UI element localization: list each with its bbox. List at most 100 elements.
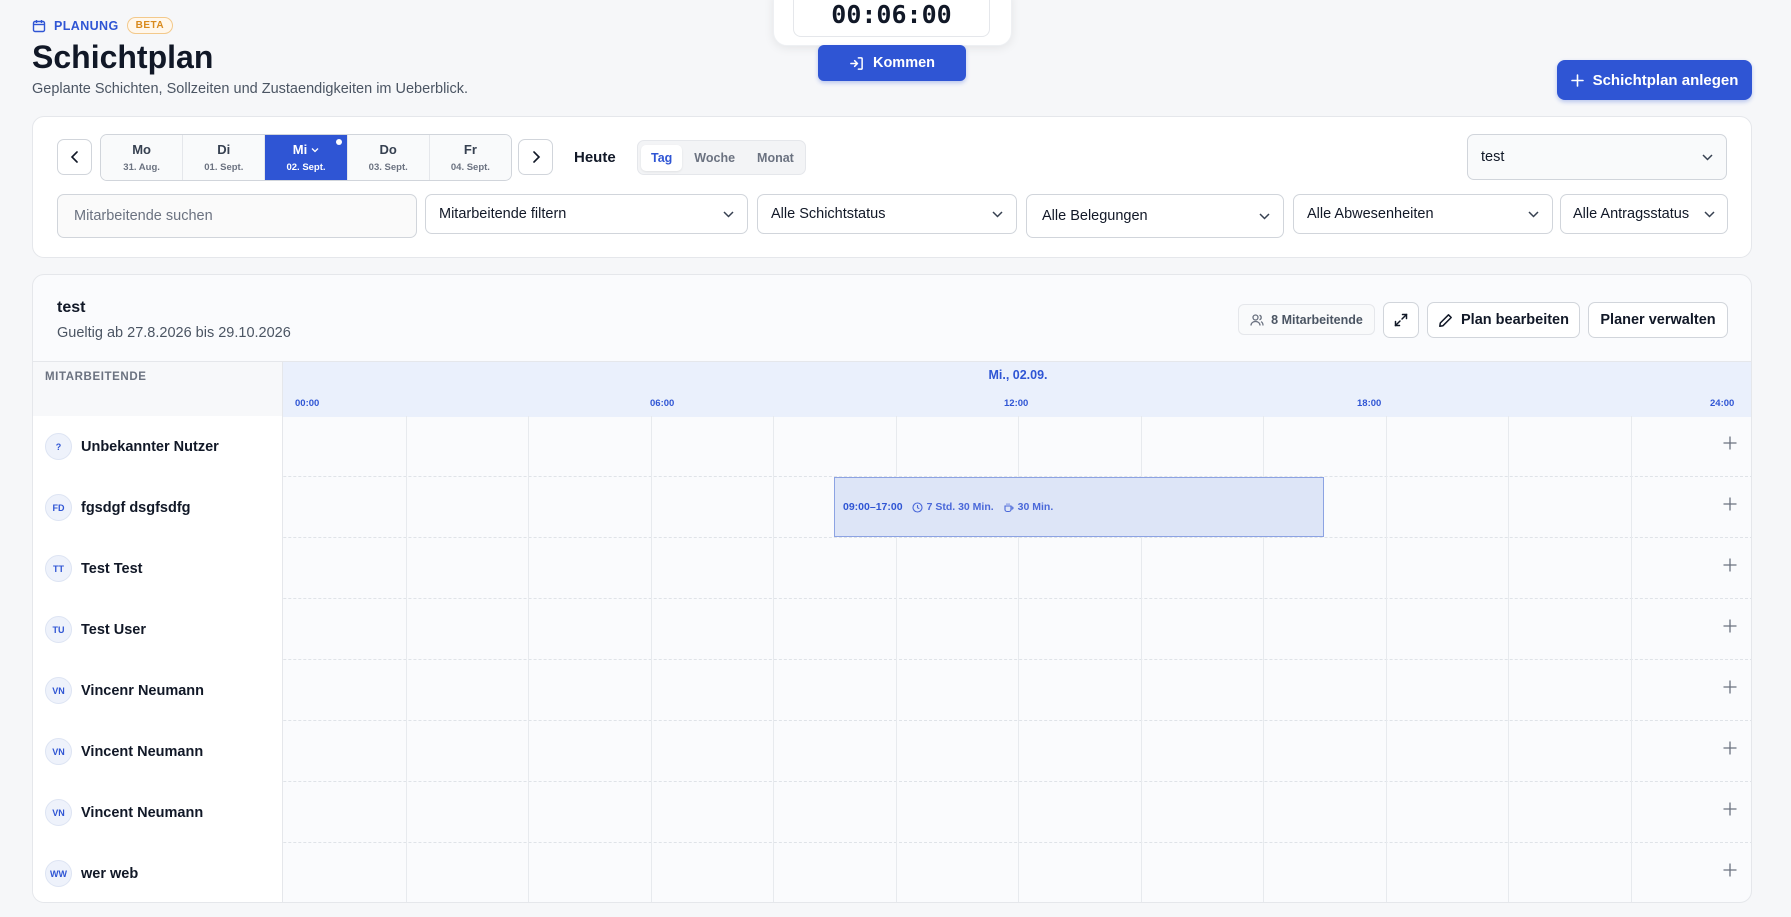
fullscreen-button[interactable]	[1383, 302, 1419, 338]
day-mo[interactable]: Mo 31. Aug.	[101, 135, 184, 180]
employee-name: Vincenr Neumann	[81, 682, 205, 699]
hour-gridline	[1263, 782, 1264, 843]
employee-name: Test Test	[81, 560, 143, 577]
edit-plan-label: Plan bearbeiten	[1461, 312, 1569, 328]
timeline-slots[interactable]	[283, 599, 1751, 660]
add-shift-plus-icon[interactable]	[1723, 436, 1737, 450]
hour-gridline	[650, 782, 652, 843]
kommen-button[interactable]: Kommen	[818, 45, 966, 81]
employee-name: Vincent Neumann	[81, 804, 204, 821]
view-monat[interactable]: Monat	[747, 145, 804, 171]
add-shift-plus-icon[interactable]	[1723, 680, 1737, 694]
day-date: 03. Sept.	[368, 162, 408, 173]
hour-gridline	[405, 477, 407, 538]
employee-name: Vincent Neumann	[81, 743, 204, 760]
shift-status-select[interactable]: Alle Schichtstatus	[757, 194, 1017, 234]
hour-gridline	[1263, 660, 1264, 721]
section-tag: PLANUNG BETA	[32, 17, 174, 34]
filter-card: Mo 31. Aug. Di 01. Sept. Mi 02. Sept. Do 03…	[32, 116, 1752, 258]
timeline-slots[interactable]: 09:00–17:00 7 Std. 30 Min. 30 Min.	[283, 477, 1751, 538]
timeline-slots[interactable]	[283, 660, 1751, 721]
assignments-select[interactable]: Alle Belegungen	[1026, 194, 1284, 238]
timeline-slots[interactable]	[283, 782, 1751, 843]
next-day-button[interactable]	[518, 139, 553, 175]
hour-gridline	[1508, 660, 1509, 721]
employee-cell[interactable]: ? Unbekannter Nutzer	[33, 416, 283, 477]
manage-planners-button[interactable]: Planer verwalten	[1588, 302, 1728, 338]
time-clock-card: 00:06:00	[773, 0, 1012, 46]
hour-gridline	[1263, 599, 1264, 660]
absences-select[interactable]: Alle Abwesenheiten	[1293, 194, 1553, 234]
day-mi[interactable]: Mi 02. Sept.	[265, 135, 348, 180]
day-do[interactable]: Do 03. Sept.	[347, 135, 430, 180]
add-shift-plus-icon[interactable]	[1723, 863, 1737, 877]
day-date: 02. Sept.	[286, 162, 326, 173]
today-button[interactable]: Heute	[574, 149, 616, 166]
kommen-label: Kommen	[872, 55, 936, 71]
day-fr[interactable]: Fr 04. Sept.	[429, 135, 511, 180]
shift-status-value: Alle Schichtstatus	[771, 206, 886, 222]
plan-select-value: test	[1481, 149, 1505, 165]
page-subtitle: Geplante Schichten, Sollzeiten und Zusta…	[32, 81, 469, 97]
hour-gridline	[895, 538, 897, 599]
tick-label: 12:00	[1004, 398, 1029, 409]
hour-gridline	[1508, 782, 1509, 843]
edit-plan-button[interactable]: Plan bearbeiten	[1427, 302, 1580, 338]
hour-gridline	[1018, 782, 1019, 843]
chevron-down-icon	[1528, 210, 1539, 218]
view-woche[interactable]: Woche	[684, 145, 745, 171]
timeline-slots[interactable]	[283, 843, 1751, 902]
view-tag[interactable]: Tag	[641, 144, 683, 171]
employee-name: Test User	[81, 621, 147, 638]
create-schedule-button[interactable]: Schichtplan anlegen	[1557, 60, 1752, 100]
day-selector: Mo 31. Aug. Di 01. Sept. Mi 02. Sept. Do 03…	[100, 134, 512, 181]
timeline-slots[interactable]	[283, 721, 1751, 782]
timeline-header: MITARBEITENDE Mi., 02.09. 00:00 06:00 12…	[33, 361, 1751, 417]
hour-gridline	[528, 843, 529, 902]
hour-gridline	[528, 660, 529, 721]
employee-cell[interactable]: VN Vincenr Neumann	[33, 660, 283, 721]
hour-gridline	[773, 843, 774, 902]
timeline-slots[interactable]	[283, 416, 1751, 477]
day-di[interactable]: Di 01. Sept.	[183, 135, 266, 180]
section-label: PLANUNG	[54, 18, 119, 33]
hour-gridline	[405, 660, 407, 721]
employee-search-input[interactable]: Mitarbeitende suchen	[57, 194, 417, 238]
clock-icon	[912, 501, 923, 513]
plan-select[interactable]: test	[1467, 134, 1727, 180]
hour-gridline	[773, 599, 774, 660]
avatar: TT	[45, 555, 72, 582]
avatar: ?	[45, 433, 72, 460]
shift-break: 30 Min.	[1017, 501, 1054, 513]
hour-gridline	[650, 721, 652, 782]
hour-gridline	[1508, 721, 1509, 782]
employee-cell[interactable]: VN Vincent Neumann	[33, 721, 283, 782]
chevron-down-icon	[992, 210, 1003, 218]
employee-cell[interactable]: WW wer web	[33, 843, 283, 902]
avatar: WW	[45, 860, 72, 887]
employee-name: wer web	[81, 865, 139, 882]
plan-validity: Gueltig ab 27.8.2026 bis 29.10.2026	[57, 325, 291, 341]
prev-day-button[interactable]	[57, 139, 92, 175]
coffee-icon	[1003, 502, 1014, 513]
hour-gridline	[895, 660, 897, 721]
add-shift-plus-icon[interactable]	[1723, 802, 1737, 816]
hour-gridline	[1140, 599, 1142, 660]
shift-block[interactable]: 09:00–17:00 7 Std. 30 Min. 30 Min.	[834, 477, 1324, 537]
request-status-select[interactable]: Alle Antragsstatus	[1560, 194, 1728, 234]
hour-gridline	[895, 721, 897, 782]
add-shift-plus-icon[interactable]	[1723, 619, 1737, 633]
hour-gridline	[1385, 538, 1387, 599]
add-shift-plus-icon[interactable]	[1723, 741, 1737, 755]
employee-filter-select[interactable]: Mitarbeitende filtern	[425, 194, 748, 234]
hour-gridline	[528, 416, 529, 477]
employee-cell[interactable]: VN Vincent Neumann	[33, 782, 283, 843]
add-shift-plus-icon[interactable]	[1723, 497, 1737, 511]
employee-cell[interactable]: TT Test Test	[33, 538, 283, 599]
employee-count: 8 Mitarbeitende	[1271, 312, 1363, 327]
timeline-slots[interactable]	[283, 538, 1751, 599]
hour-gridline	[1018, 599, 1019, 660]
add-shift-plus-icon[interactable]	[1723, 558, 1737, 572]
employee-cell[interactable]: FD fgsdgf dsgfsdfg	[33, 477, 283, 538]
employee-cell[interactable]: TU Test User	[33, 599, 283, 660]
